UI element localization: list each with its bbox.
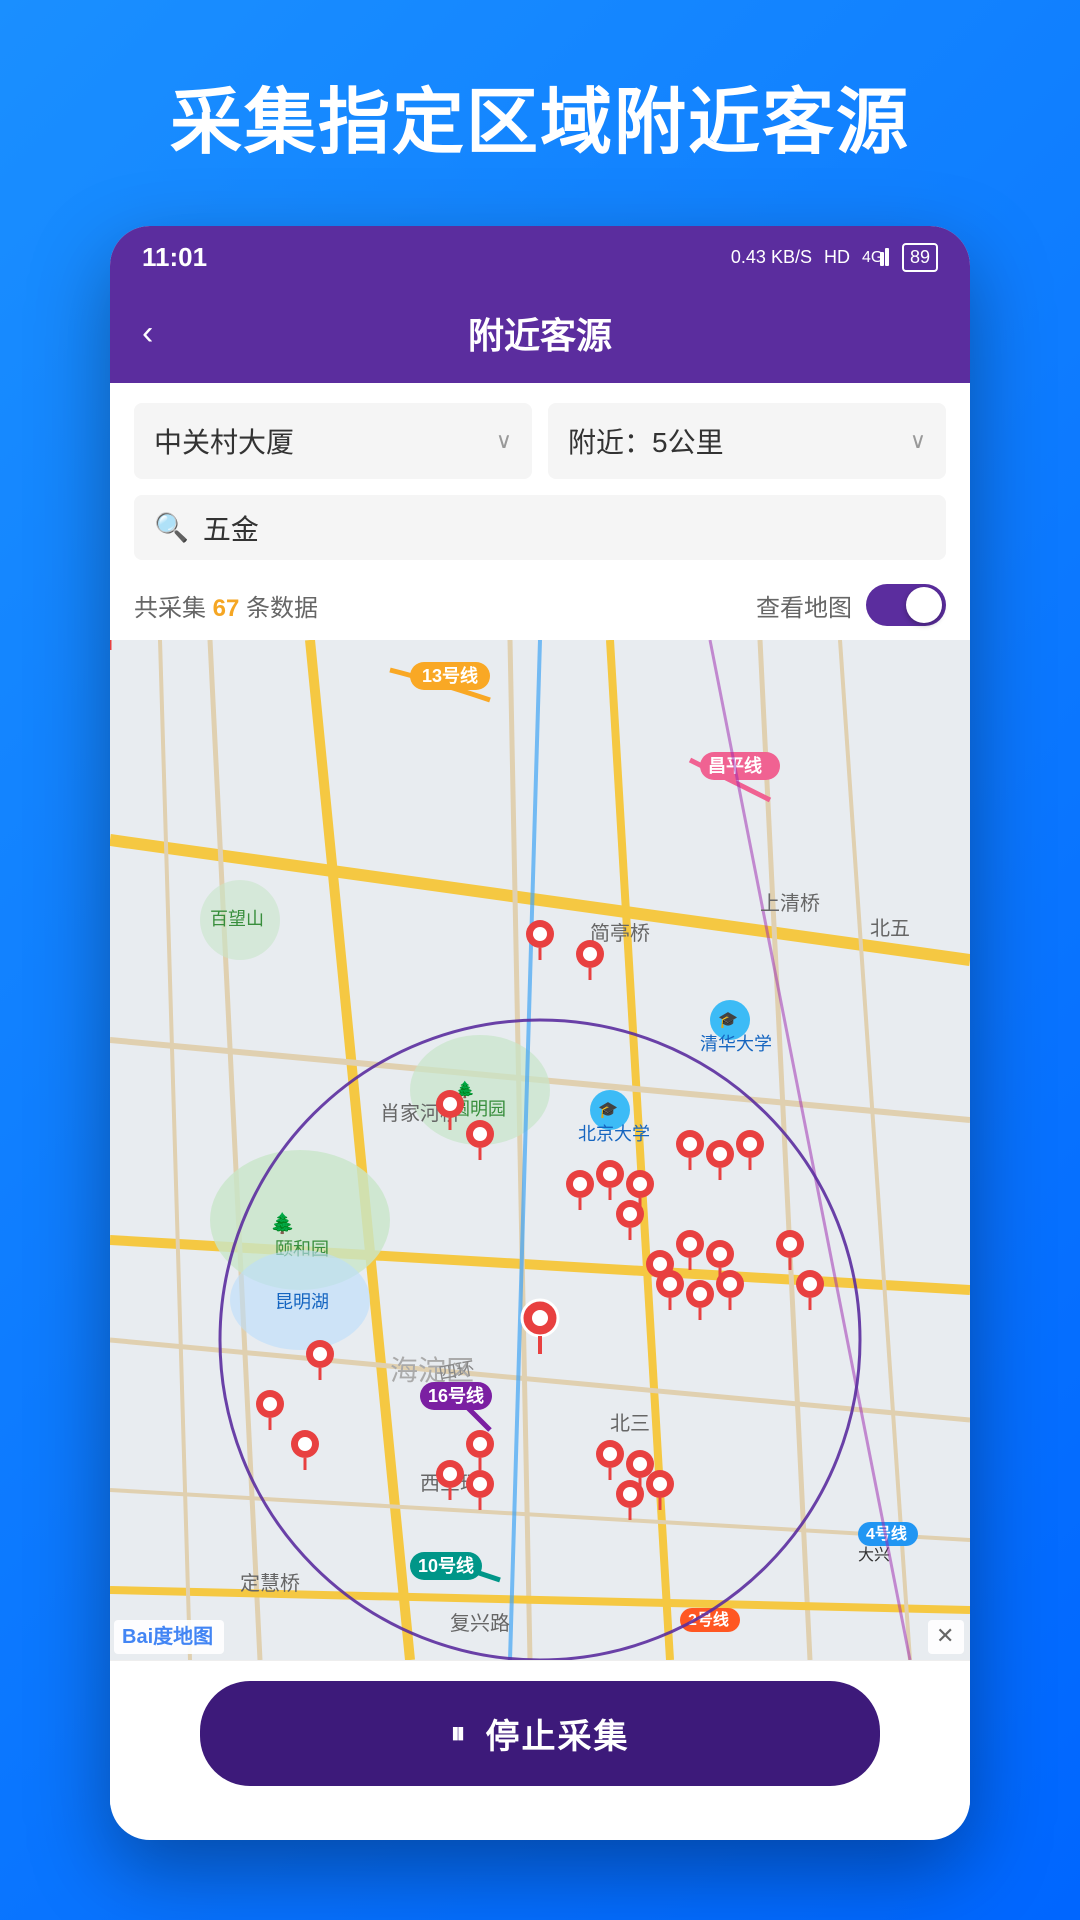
location-dropdown[interactable]: 中关村大厦 ∨ [134, 403, 532, 479]
phone-mockup: 11:01 0.43 KB/S HD 4G 89 ‹ 附近客源 中关村大厦 [110, 226, 970, 1840]
svg-text:简亭桥: 简亭桥 [590, 922, 650, 945]
header-title: 附近客源 [468, 307, 612, 359]
pause-icon: ⏸ [451, 1717, 468, 1751]
map-toggle-area[interactable]: 查看地图 [756, 584, 946, 626]
back-button[interactable]: ‹ [142, 314, 153, 353]
stats-row: 共采集 67 条数据 查看地图 [134, 576, 946, 640]
controls-area: 中关村大厦 ∨ 附近：5公里 ∨ 🔍 共采集 67 条数据 查看地图 [110, 383, 970, 640]
toggle-switch[interactable] [866, 584, 946, 626]
search-bar: 🔍 [134, 495, 946, 560]
svg-text:🎓: 🎓 [598, 1102, 618, 1119]
svg-text:16号线: 16号线 [428, 1385, 484, 1406]
svg-text:✕: ✕ [936, 1623, 954, 1648]
status-bar: 11:01 0.43 KB/S HD 4G 89 [110, 226, 970, 289]
svg-text:🌲: 🌲 [270, 1211, 295, 1235]
location-value: 中关村大厦 [154, 421, 294, 461]
hd-badge: HD [824, 247, 850, 268]
app-header: ‹ 附近客源 [110, 289, 970, 383]
svg-text:北三: 北三 [610, 1412, 650, 1435]
search-input[interactable] [203, 512, 926, 544]
svg-text:清华大学: 清华大学 [700, 1034, 772, 1054]
speed-indicator: 0.43 KB/S [731, 247, 812, 268]
svg-text:上清桥: 上清桥 [760, 892, 820, 915]
stop-button-label: 停止采集 [486, 1709, 630, 1758]
svg-text:北京大学: 北京大学 [578, 1124, 650, 1144]
range-chevron-icon: ∨ [910, 428, 926, 454]
svg-text:昆明湖: 昆明湖 [275, 1292, 329, 1312]
page-title: 采集指定区域附近客源 [110, 0, 970, 226]
svg-text:复兴路: 复兴路 [450, 1612, 510, 1635]
svg-text:大兴: 大兴 [858, 1546, 890, 1564]
range-value: 附近：5公里 [568, 421, 724, 461]
dropdown-row: 中关村大厦 ∨ 附近：5公里 ∨ [134, 403, 946, 479]
stats-count: 67 [213, 595, 240, 622]
battery-icon: 89 [902, 243, 938, 272]
svg-text:13号线: 13号线 [422, 665, 478, 686]
status-time: 11:01 [142, 242, 207, 273]
svg-text:百望山: 百望山 [210, 909, 264, 929]
map-container: 🌲 颐和园 昆明湖 🌲 圆明园 百望山 海淀区 13号线 昌平线 [110, 640, 970, 1660]
stats-text: 共采集 67 条数据 [134, 588, 318, 623]
stop-collection-button[interactable]: ⏸ 停止采集 [200, 1681, 880, 1786]
network-icon: 4G [862, 244, 890, 271]
range-dropdown[interactable]: 附近：5公里 ∨ [548, 403, 946, 479]
svg-text:北五: 北五 [870, 917, 910, 940]
location-chevron-icon: ∨ [496, 428, 512, 454]
svg-text:定慧桥: 定慧桥 [240, 1572, 300, 1595]
svg-text:Bai度地图: Bai度地图 [122, 1624, 213, 1648]
toggle-knob [906, 587, 942, 623]
status-icons-group: 0.43 KB/S HD 4G 89 [731, 243, 938, 272]
svg-text:10号线: 10号线 [418, 1555, 474, 1576]
search-icon: 🔍 [154, 511, 189, 544]
bottom-bar: ⏸ 停止采集 [110, 1660, 970, 1806]
svg-text:🎓: 🎓 [718, 1012, 738, 1029]
map-toggle-label: 查看地图 [756, 588, 852, 623]
